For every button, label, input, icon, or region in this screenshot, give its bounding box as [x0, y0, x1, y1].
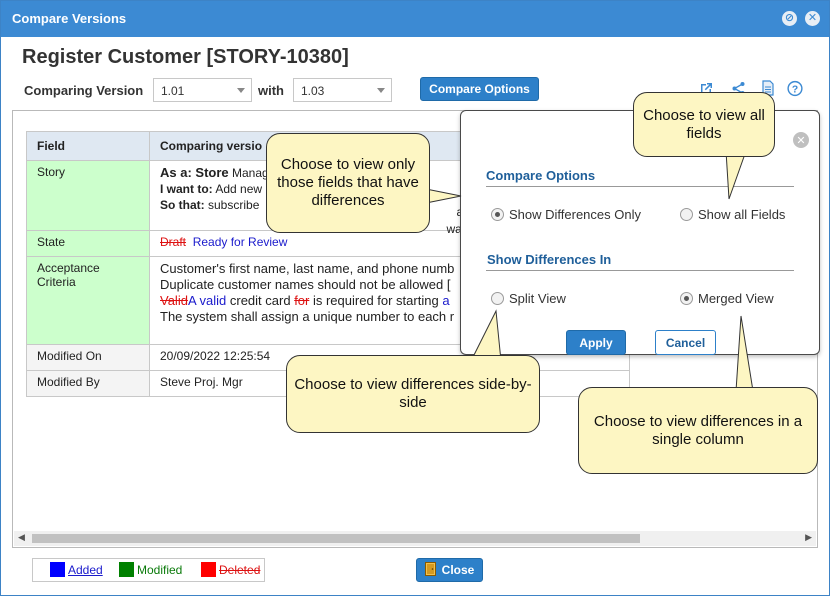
- close-button-label: Close: [441, 563, 475, 577]
- close-button[interactable]: Close: [416, 558, 483, 582]
- modified-swatch: [119, 562, 134, 577]
- callout-tails: [410, 150, 754, 392]
- legend-modified: Modified: [119, 562, 182, 577]
- legend-added: Added: [50, 562, 103, 577]
- legend-label: Modified: [137, 562, 183, 577]
- callout-tail: [735, 315, 754, 392]
- deleted-swatch: [201, 562, 216, 577]
- legend-deleted: Deleted: [201, 562, 260, 577]
- diff-legend: Added Modified Deleted: [32, 558, 265, 582]
- callout-tail: [725, 150, 747, 200]
- callout-tail: [470, 309, 502, 362]
- compare-versions-window: Compare Versions ⊘ ✕ Register Customer […: [0, 0, 830, 596]
- callout-diff-only: Choose to view only those fields that ha…: [266, 133, 430, 233]
- callout-split-view: Choose to view differences side-by-side: [286, 355, 540, 433]
- callout-all-fields: Choose to view all fields: [633, 92, 775, 157]
- callout-merged-view: Choose to view differences in a single c…: [578, 387, 818, 474]
- added-swatch: [50, 562, 65, 577]
- legend-label: Deleted: [219, 562, 261, 577]
- door-icon: [424, 561, 436, 579]
- legend-label: Added: [68, 562, 103, 577]
